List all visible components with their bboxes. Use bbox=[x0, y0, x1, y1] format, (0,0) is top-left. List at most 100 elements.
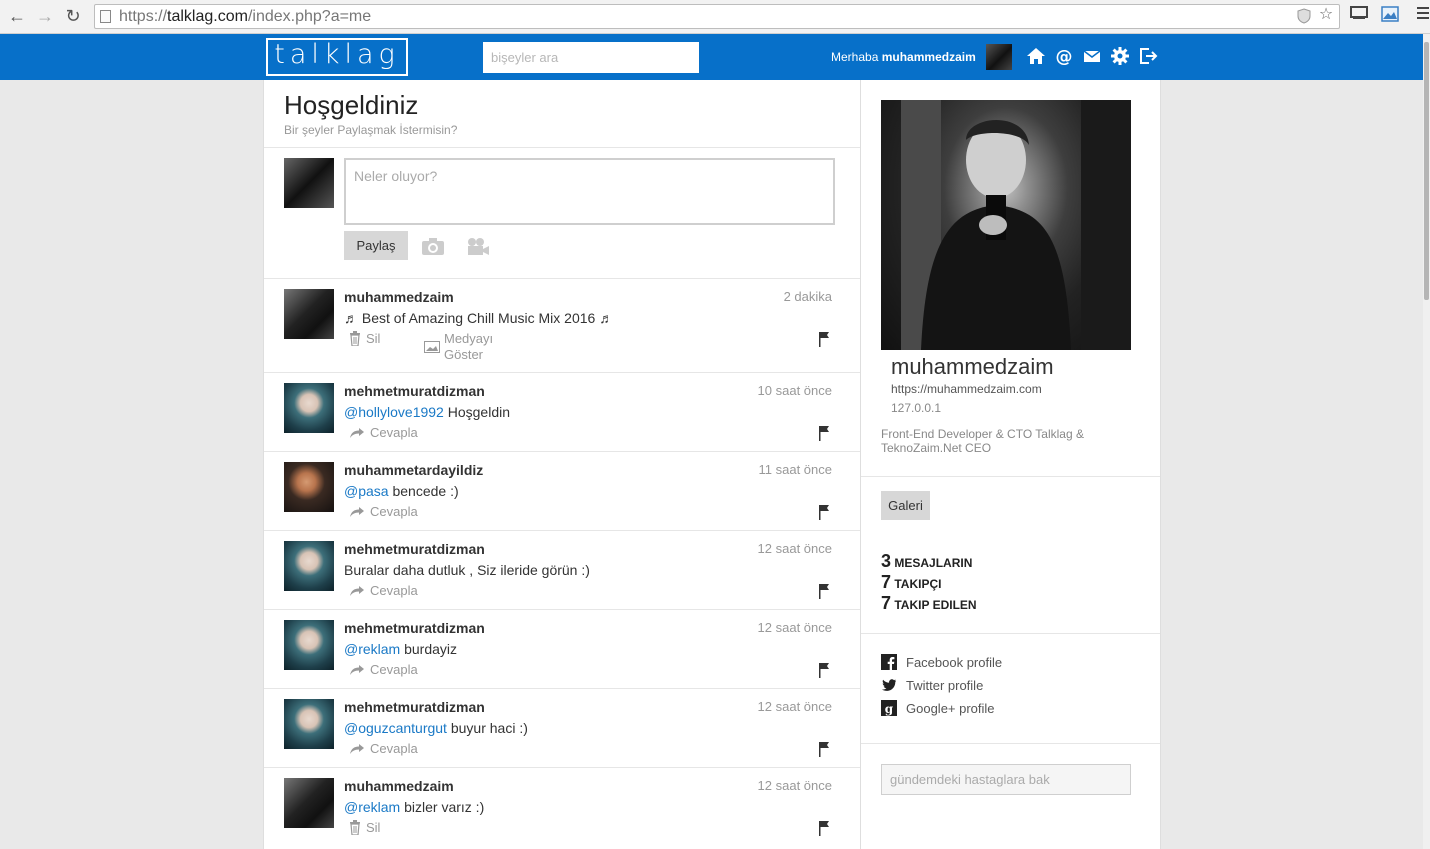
menu-icon[interactable] bbox=[1413, 6, 1430, 26]
reply-label: Cevapla bbox=[370, 662, 418, 677]
mention-icon[interactable]: @ bbox=[1054, 46, 1076, 68]
stat-followers-label: Takipçi bbox=[894, 577, 942, 591]
trending-hashtag-input[interactable] bbox=[881, 764, 1131, 795]
post-username[interactable]: muhammedzaim bbox=[344, 289, 454, 305]
video-camera-icon[interactable] bbox=[466, 236, 490, 258]
profile-url[interactable]: https://muhammedzaim.com bbox=[891, 382, 1042, 396]
flag-icon[interactable] bbox=[818, 425, 830, 441]
search-input[interactable] bbox=[483, 42, 699, 73]
svg-text:g: g bbox=[885, 702, 894, 716]
post-username[interactable]: mehmetmuratdizman bbox=[344, 699, 485, 715]
reply-button[interactable]: Cevapla bbox=[349, 662, 418, 677]
google-plus-profile-link[interactable]: g Google+ profile bbox=[881, 700, 995, 716]
bookmark-star-icon[interactable]: ☆ bbox=[1317, 6, 1335, 24]
post-avatar[interactable] bbox=[284, 699, 334, 749]
shield-icon[interactable] bbox=[1295, 8, 1313, 26]
post-mention[interactable]: @oguzcanturgut bbox=[344, 720, 447, 736]
site-logo[interactable]: talklag bbox=[266, 38, 408, 76]
delete-label: Sil bbox=[366, 820, 381, 835]
home-icon[interactable] bbox=[1026, 46, 1048, 68]
flag-icon[interactable] bbox=[818, 741, 830, 757]
reply-icon bbox=[350, 743, 364, 754]
post-username[interactable]: mehmetmuratdizman bbox=[344, 383, 485, 399]
post-avatar[interactable] bbox=[284, 541, 334, 591]
reply-button[interactable]: Cevapla bbox=[349, 504, 418, 519]
delete-button[interactable]: Sil bbox=[349, 820, 380, 835]
show-media-label: Medyayı Göster bbox=[444, 331, 494, 362]
post-mention[interactable]: @pasa bbox=[344, 483, 389, 499]
post-avatar[interactable] bbox=[284, 462, 334, 512]
gallery-button[interactable]: Galeri bbox=[881, 491, 930, 520]
compose-input[interactable] bbox=[344, 158, 835, 225]
profile-ip: 127.0.0.1 bbox=[891, 401, 942, 415]
scrollbar-thumb[interactable] bbox=[1424, 42, 1429, 300]
page-subtitle: Bir şeyler Paylaşmak İstermisin? bbox=[284, 123, 458, 137]
stat-messages[interactable]: 3 Mesajların bbox=[881, 551, 972, 572]
greeting-username[interactable]: muhammedzaim bbox=[882, 50, 976, 64]
post-text: @oguzcanturgut buyur haci :) bbox=[344, 720, 528, 736]
main-feed: Hoşgeldiniz Bir şeyler Paylaşmak İstermi… bbox=[263, 80, 861, 849]
post-username[interactable]: muhammetardayildiz bbox=[344, 462, 483, 478]
reply-icon bbox=[350, 427, 364, 438]
reload-icon[interactable]: ↻ bbox=[62, 5, 84, 27]
post-time: 12 saat önce bbox=[757, 541, 832, 556]
page-icon bbox=[100, 10, 111, 23]
header-avatar[interactable] bbox=[986, 44, 1012, 70]
cast-icon[interactable] bbox=[1349, 6, 1369, 26]
post-avatar[interactable] bbox=[284, 289, 334, 339]
post-mention[interactable]: @reklam bbox=[344, 641, 400, 657]
reply-button[interactable]: Cevapla bbox=[349, 425, 418, 440]
post-item: mehmetmuratdizman 12 saat önce @reklam b… bbox=[264, 609, 860, 689]
address-bar[interactable]: https://talklag.com/index.php?a=me bbox=[94, 4, 1340, 29]
post-text: @reklam burdayiz bbox=[344, 641, 457, 657]
show-media-button[interactable]: Medyayı Göster bbox=[424, 331, 520, 363]
page-title: Hoşgeldiniz bbox=[284, 90, 419, 120]
forward-icon[interactable]: → bbox=[34, 5, 56, 27]
post-item: mehmetmuratdizman 10 saat önce @hollylov… bbox=[264, 372, 860, 452]
flag-icon[interactable] bbox=[818, 583, 830, 599]
logout-icon[interactable] bbox=[1138, 46, 1160, 68]
flag-icon[interactable] bbox=[818, 331, 830, 347]
back-icon[interactable]: ← bbox=[6, 5, 28, 27]
stat-following[interactable]: 7 Takip Edilen bbox=[881, 593, 977, 614]
post-time: 10 saat önce bbox=[757, 383, 832, 398]
google-plus-icon: g bbox=[881, 700, 897, 716]
profile-photo-figure bbox=[901, 100, 1131, 350]
facebook-icon bbox=[881, 654, 897, 670]
twitter-profile-link[interactable]: Twitter profile bbox=[881, 677, 983, 693]
site-header: talklag Merhaba muhammedzaim @ bbox=[0, 34, 1423, 80]
post-text-content: bencede :) bbox=[388, 483, 459, 499]
post-avatar[interactable] bbox=[284, 620, 334, 670]
post-username[interactable]: mehmetmuratdizman bbox=[344, 541, 485, 557]
image-extension-icon[interactable] bbox=[1380, 6, 1400, 26]
google-plus-profile-label: Google+ profile bbox=[906, 700, 995, 716]
settings-icon[interactable] bbox=[1110, 46, 1132, 68]
camera-icon[interactable] bbox=[421, 236, 445, 258]
post-text-content: buyur haci :) bbox=[446, 720, 528, 736]
delete-button[interactable]: Sil bbox=[349, 331, 380, 346]
stat-followers-count: 7 bbox=[881, 572, 892, 592]
stat-followers[interactable]: 7 Takipçi bbox=[881, 572, 941, 593]
reply-label: Cevapla bbox=[370, 425, 418, 440]
post-mention[interactable]: @reklam bbox=[344, 799, 400, 815]
flag-icon[interactable] bbox=[818, 662, 830, 678]
flag-icon[interactable] bbox=[818, 820, 830, 836]
reply-button[interactable]: Cevapla bbox=[349, 741, 418, 756]
profile-photo[interactable] bbox=[881, 100, 1131, 350]
post-mention[interactable]: @hollylove1992 bbox=[344, 404, 444, 420]
post-text-content: ♬ Best of Amazing Chill Music Mix 2016 ♬ bbox=[344, 310, 614, 326]
flag-icon[interactable] bbox=[818, 504, 830, 520]
divider bbox=[264, 147, 860, 148]
reply-button[interactable]: Cevapla bbox=[349, 583, 418, 598]
mail-icon[interactable] bbox=[1082, 46, 1104, 68]
facebook-profile-link[interactable]: Facebook profile bbox=[881, 654, 1002, 670]
page-scrollbar[interactable] bbox=[1423, 34, 1430, 849]
stat-following-label: Takip Edilen bbox=[894, 598, 977, 612]
post-avatar[interactable] bbox=[284, 778, 334, 828]
post-username[interactable]: muhammedzaim bbox=[344, 778, 454, 794]
greeting: Merhaba muhammedzaim bbox=[831, 50, 976, 64]
post-avatar[interactable] bbox=[284, 383, 334, 433]
post-text-content: Hoşgeldin bbox=[443, 404, 510, 420]
share-button[interactable]: Paylaş bbox=[344, 231, 408, 260]
post-username[interactable]: mehmetmuratdizman bbox=[344, 620, 485, 636]
